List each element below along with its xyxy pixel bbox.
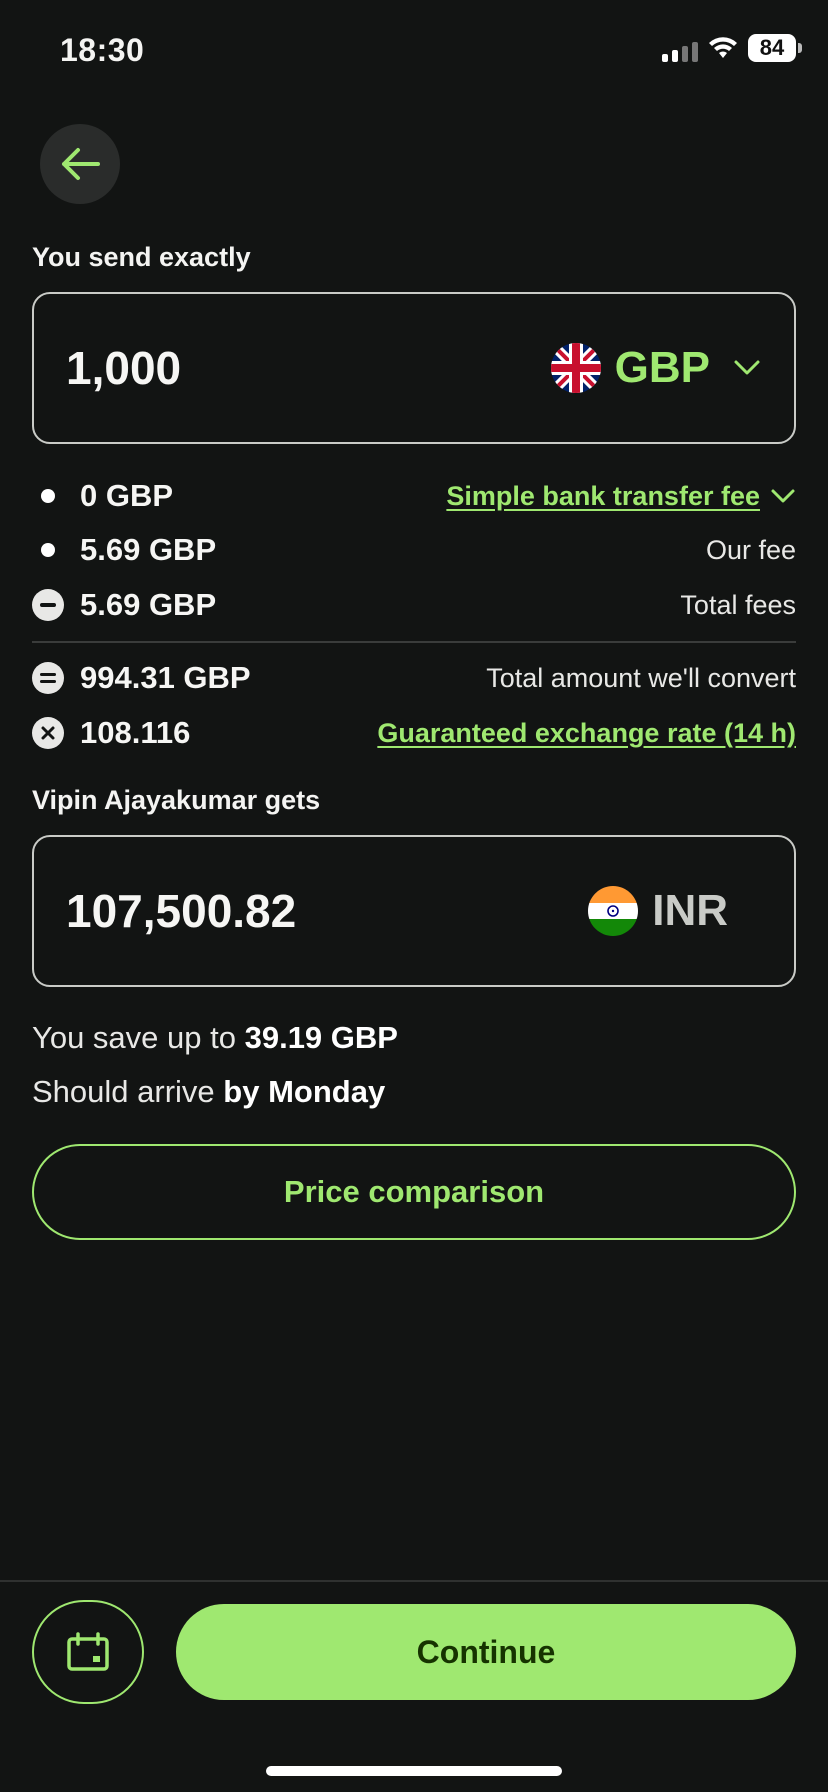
send-currency-code: GBP: [614, 343, 710, 392]
send-label: You send exactly: [32, 242, 251, 272]
back-button[interactable]: [40, 124, 120, 204]
signal-icon: [662, 34, 698, 62]
receive-currency: INR: [588, 886, 728, 936]
minus-circle-icon: [32, 589, 64, 621]
chevron-down-icon: [734, 360, 760, 375]
receive-currency-code: INR: [652, 886, 728, 935]
calendar-icon: [67, 1632, 109, 1671]
arrival-text: Should arrive by Monday: [32, 1074, 385, 1110]
fee-amount: 5.69 GBP: [80, 587, 217, 622]
status-indicators: 84: [662, 34, 802, 62]
savings-value: 39.19 GBP: [244, 1020, 398, 1055]
equals-circle-icon: [32, 662, 64, 694]
fee-row-converted-amount: 994.31 GBP Total amount we'll convert: [32, 658, 796, 698]
fee-row-exchange-rate: 108.116 Guaranteed exchange rate (14 h): [32, 713, 796, 753]
fee-description: Total fees: [680, 589, 796, 620]
fee-row-total-fees: 5.69 GBP Total fees: [32, 585, 796, 625]
continue-button[interactable]: Continue: [176, 1604, 796, 1700]
fee-description: Total amount we'll convert: [486, 662, 796, 693]
fee-amount: 5.69 GBP: [80, 532, 217, 567]
fee-row-bank-transfer: 0 GBP Simple bank transfer fee: [32, 476, 796, 516]
wifi-icon: [709, 37, 737, 58]
send-amount-value[interactable]: 1,000: [66, 341, 181, 395]
exchange-rate-value: 108.116: [80, 715, 191, 750]
india-flag-icon: [588, 886, 639, 936]
send-currency-selector[interactable]: GBP: [550, 343, 762, 393]
schedule-transfer-button[interactable]: [32, 1600, 144, 1704]
fee-amount: 994.31 GBP: [80, 660, 251, 695]
battery-icon: 84: [748, 34, 802, 62]
fee-amount: 0 GBP: [80, 478, 174, 513]
home-indicator: [266, 1766, 562, 1776]
dot-icon: [32, 534, 64, 566]
guaranteed-rate-link[interactable]: Guaranteed exchange rate (14 h): [377, 718, 796, 749]
send-amount-field[interactable]: 1,000 GBP: [32, 292, 796, 444]
savings-prefix: You save up to: [32, 1020, 236, 1055]
bank-transfer-fee-dropdown[interactable]: Simple bank transfer fee: [446, 481, 796, 512]
status-time: 18:30: [60, 32, 145, 68]
chevron-down-icon: [771, 489, 795, 503]
fee-description: Our fee: [705, 534, 796, 565]
fee-row-our-fee: 5.69 GBP Our fee: [32, 530, 796, 570]
back-arrow-icon: [62, 148, 100, 180]
dot-icon: [32, 480, 64, 512]
receive-amount-field[interactable]: 107,500.82 INR: [32, 835, 796, 987]
arrival-prefix: Should arrive: [32, 1074, 215, 1109]
savings-text: You save up to 39.19 GBP: [32, 1020, 398, 1056]
divider: [32, 641, 796, 643]
receive-amount-value[interactable]: 107,500.82: [66, 884, 296, 938]
price-comparison-button[interactable]: Price comparison: [32, 1144, 796, 1240]
multiply-circle-icon: [32, 717, 64, 749]
receive-label: Vipin Ajayakumar gets: [32, 785, 321, 815]
send-money-screen: 18:30 84 You send exactly 1,000 GBP 0 GB…: [0, 0, 828, 1792]
arrival-value: by Monday: [223, 1074, 386, 1109]
bank-transfer-fee-label: Simple bank transfer fee: [446, 480, 760, 511]
bottom-divider: [0, 1580, 828, 1582]
uk-flag-icon: [550, 343, 601, 393]
